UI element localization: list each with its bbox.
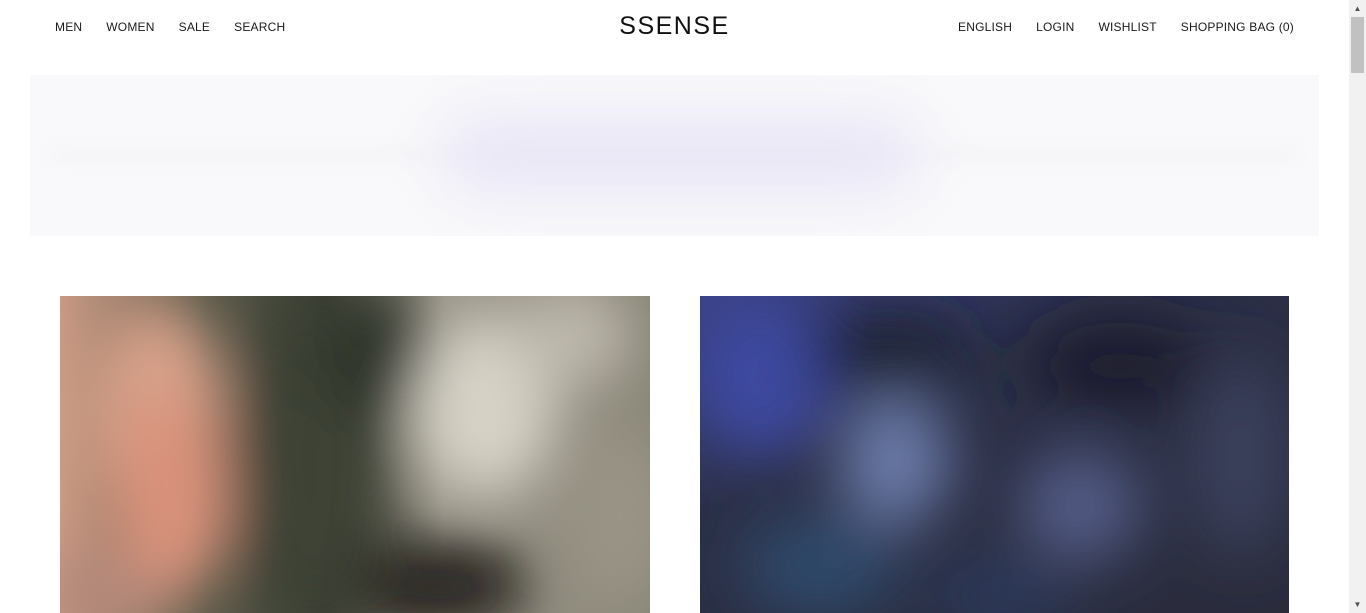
vertical-scrollbar[interactable]: ▲ ▼ [1349,0,1366,613]
tile-right-image [700,296,1289,613]
promo-banner[interactable] [30,75,1319,236]
tile-left-image [60,296,650,613]
login-link[interactable]: LOGIN [1036,19,1074,35]
banner-blurred-content [440,115,920,195]
account-nav: ENGLISH LOGIN WISHLIST SHOPPING BAG (0) [958,19,1294,35]
shopping-bag-link[interactable]: SHOPPING BAG (0) [1181,19,1294,35]
site-header: MEN WOMEN SALE SEARCH SSENSE ENGLISH LOG… [0,0,1349,54]
scrollbar-thumb[interactable] [1351,17,1364,73]
scroll-down-icon[interactable]: ▼ [1349,596,1366,613]
scroll-up-icon[interactable]: ▲ [1349,0,1366,17]
editorial-tile-right[interactable] [700,296,1289,613]
browser-viewport: MEN WOMEN SALE SEARCH SSENSE ENGLISH LOG… [0,0,1349,613]
editorial-tile-left[interactable] [60,296,650,613]
language-selector-link[interactable]: ENGLISH [958,19,1012,35]
page: MEN WOMEN SALE SEARCH SSENSE ENGLISH LOG… [0,0,1366,613]
wishlist-link[interactable]: WISHLIST [1098,19,1156,35]
